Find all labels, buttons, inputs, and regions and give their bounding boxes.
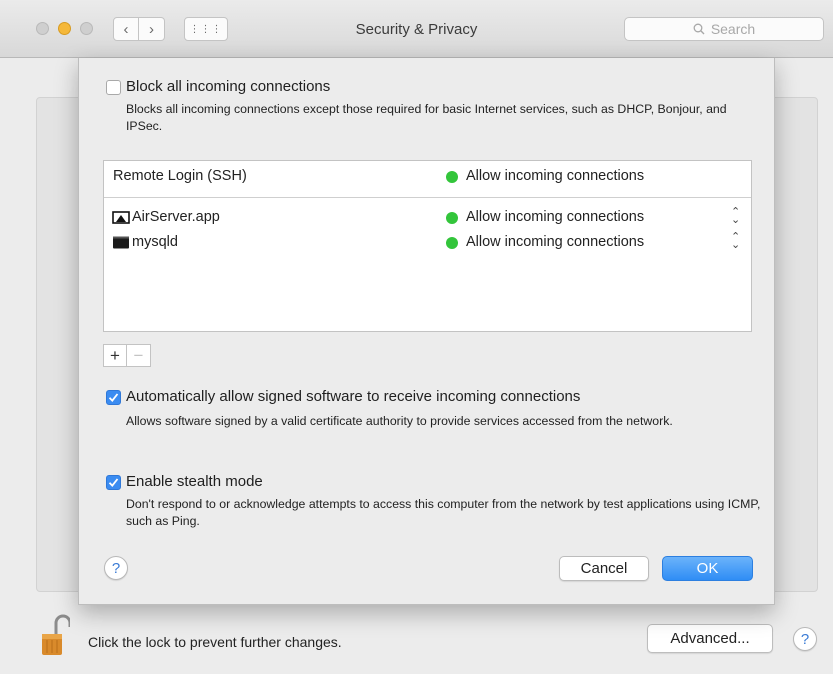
checkmark-icon — [108, 478, 119, 487]
status-dot-icon — [446, 212, 458, 224]
list-item-remote-login[interactable]: Remote Login (SSH) Allow incoming connec… — [104, 165, 751, 189]
search-field[interactable]: Search — [624, 17, 824, 41]
status-dot-icon — [446, 237, 458, 249]
search-placeholder: Search — [710, 21, 756, 37]
service-name: Remote Login (SSH) — [113, 168, 247, 184]
auto-allow-label[interactable]: Automatically allow signed software to r… — [126, 388, 580, 405]
add-app-button[interactable]: + — [103, 344, 127, 367]
list-item-airserver[interactable]: AirServer.app Allow incoming connections… — [104, 206, 751, 230]
stealth-mode-label[interactable]: Enable stealth mode — [126, 473, 263, 490]
status-dot-icon — [446, 171, 458, 183]
auto-allow-checkbox[interactable] — [106, 390, 121, 405]
list-divider — [104, 197, 751, 198]
remove-app-button[interactable]: − — [127, 344, 151, 367]
add-remove-control: + − — [103, 344, 151, 367]
list-item-mysqld[interactable]: mysqld Allow incoming connections ⌃ ⌄ — [104, 231, 751, 255]
app-status: Allow incoming connections — [466, 209, 645, 225]
terminal-icon — [113, 236, 129, 249]
app-name: mysqld — [132, 234, 178, 250]
firewall-options-sheet: Block all incoming connections Blocks al… — [78, 58, 775, 605]
cancel-button[interactable]: Cancel — [559, 556, 649, 581]
status-stepper-icon[interactable]: ⌃ ⌄ — [731, 232, 740, 251]
app-name: AirServer.app — [132, 209, 220, 225]
checkmark-icon — [108, 393, 119, 402]
block-all-label[interactable]: Block all incoming connections — [126, 78, 330, 95]
airplay-icon — [112, 211, 130, 224]
app-status: Allow incoming connections — [466, 234, 645, 250]
title-bar: ‹ › ⋮⋮⋮ Security & Privacy Search — [0, 0, 833, 58]
help-button[interactable]: ? — [793, 627, 817, 651]
block-all-checkbox[interactable] — [106, 80, 121, 95]
app-list: Remote Login (SSH) Allow incoming connec… — [103, 160, 752, 332]
block-all-description: Blocks all incoming connections except t… — [126, 102, 727, 133]
lock-message: Click the lock to prevent further change… — [88, 634, 342, 650]
search-icon — [693, 23, 705, 35]
service-status: Allow incoming connections — [466, 168, 645, 184]
stealth-mode-description: Don't respond to or acknowledge attempts… — [126, 497, 761, 528]
ok-button[interactable]: OK — [662, 556, 753, 581]
lock-open-icon[interactable] — [40, 613, 70, 657]
sheet-help-button[interactable]: ? — [104, 556, 128, 580]
stealth-mode-checkbox[interactable] — [106, 475, 121, 490]
advanced-button[interactable]: Advanced... — [647, 624, 773, 653]
status-stepper-icon[interactable]: ⌃ ⌄ — [731, 207, 740, 226]
auto-allow-description: Allows software signed by a valid certif… — [126, 414, 673, 428]
